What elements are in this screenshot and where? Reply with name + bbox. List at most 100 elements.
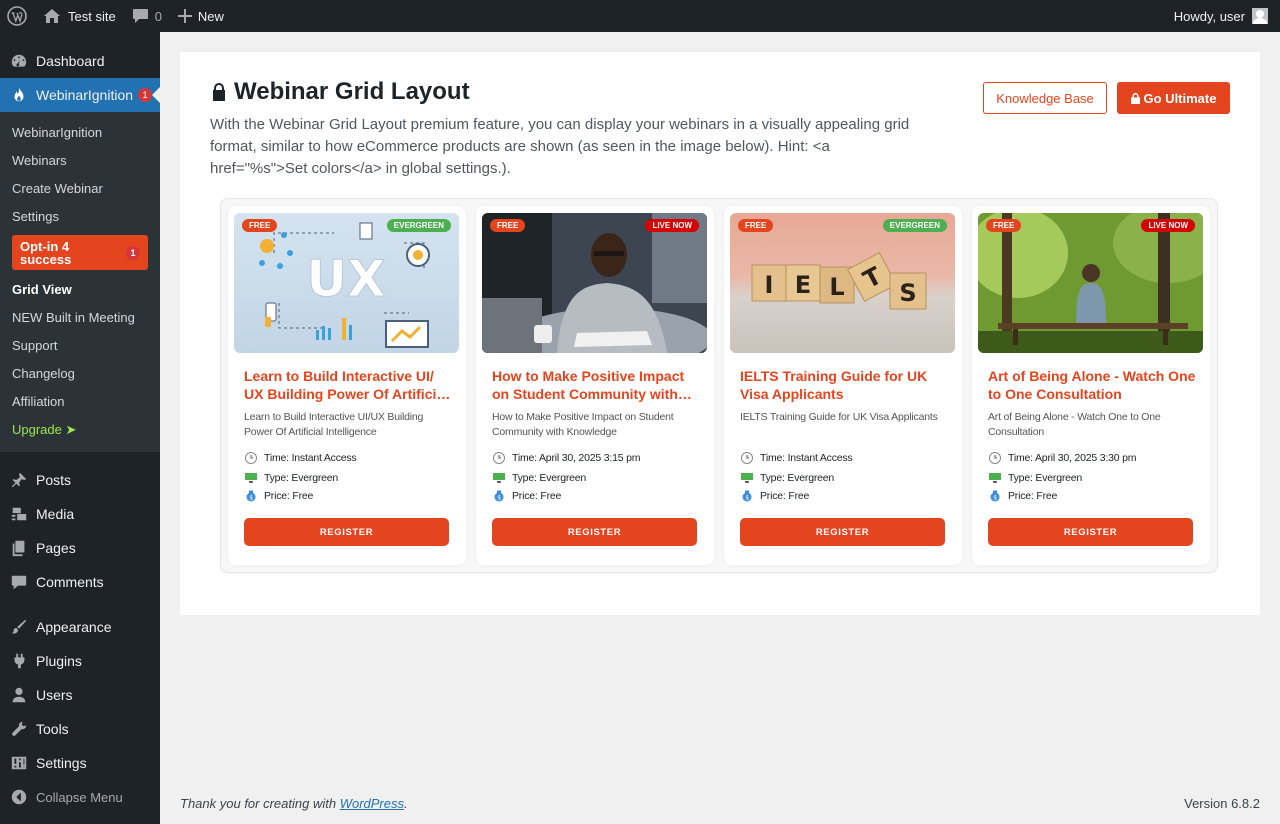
- svg-text:$: $: [745, 495, 749, 502]
- menu-tools-label: Tools: [36, 721, 69, 737]
- new-content-link[interactable]: New: [170, 0, 232, 32]
- my-account-link[interactable]: Howdy, user: [1166, 0, 1280, 32]
- submenu-support[interactable]: Support: [0, 332, 160, 360]
- webinar-description: IELTS Training Guide for UK Visa Applica…: [740, 411, 938, 423]
- menu-settings[interactable]: Settings: [0, 746, 160, 780]
- webinar-title[interactable]: Learn to Build Interactive UI/ UX Buildi…: [244, 367, 452, 405]
- clock-icon: [989, 452, 1001, 464]
- menu-dashboard[interactable]: Dashboard: [0, 44, 160, 78]
- go-ultimate-button[interactable]: Go Ultimate: [1117, 82, 1230, 114]
- svg-text:E: E: [795, 271, 811, 299]
- menu-users-label: Users: [36, 687, 73, 703]
- menu-comments-label: Comments: [36, 574, 104, 590]
- comment-icon: [132, 9, 148, 23]
- lock-icon: [1130, 92, 1140, 104]
- admin-bar: Test site 0 New Howdy, user: [0, 0, 1280, 32]
- flame-icon: [14, 87, 24, 102]
- collapse-menu-button[interactable]: Collapse Menu: [0, 780, 160, 814]
- submenu-webinars[interactable]: Webinars: [0, 147, 160, 175]
- menu-posts-label: Posts: [36, 472, 72, 488]
- main-content: Webinar Grid Layout With the Webinar Gri…: [180, 52, 1260, 615]
- webinar-type-text: Type: Evergreen: [264, 472, 339, 484]
- submenu-grid-view[interactable]: Grid View: [0, 276, 160, 304]
- submenu-create-webinar[interactable]: Create Webinar: [0, 175, 160, 203]
- webinar-card: FREE LIVE NOW How to Make Positive Impac…: [476, 206, 714, 565]
- page-description: With the Webinar Grid Layout premium fea…: [210, 116, 910, 177]
- webinar-time-text: Time: Instant Access: [760, 452, 853, 464]
- svg-text:$: $: [993, 495, 997, 502]
- webinar-time: Time: Instant Access: [244, 452, 452, 464]
- webinar-description: How to Make Positive Impact on Student C…: [492, 411, 674, 438]
- webinar-title[interactable]: Art of Being Alone - Watch One to One Co…: [988, 367, 1196, 405]
- site-name-link[interactable]: Test site: [35, 0, 124, 32]
- submenu-optin[interactable]: Opt-in 4 success 1: [12, 235, 148, 270]
- menu-plugins-label: Plugins: [36, 653, 82, 669]
- webinar-grid-preview: UX FREE EVERGREEN Learn to Build Interac…: [220, 198, 1218, 573]
- free-badge: FREE: [490, 219, 526, 232]
- menu-webinarignition[interactable]: WebinarIgnition 1: [0, 78, 160, 112]
- go-ultimate-label: Go Ultimate: [1143, 90, 1217, 106]
- register-button[interactable]: REGISTER: [492, 518, 697, 546]
- webinar-price-text: Price: Free: [264, 490, 314, 502]
- submenu-affiliation[interactable]: Affiliation: [0, 388, 160, 416]
- webinar-card: FREE LIVE NOW Art of Being Alone - Watch…: [972, 206, 1210, 565]
- money-bag-icon: $: [742, 490, 752, 502]
- collapse-menu-label: Collapse Menu: [36, 789, 123, 805]
- menu-media-label: Media: [36, 506, 75, 522]
- pages-icon: [12, 540, 25, 557]
- live-now-badge: LIVE NOW: [1141, 219, 1195, 232]
- svg-text:L: L: [829, 273, 844, 301]
- wordpress-logo-icon[interactable]: [0, 0, 35, 32]
- webinar-type-text: Type: Evergreen: [512, 472, 587, 484]
- free-badge: FREE: [242, 219, 278, 232]
- webinar-title[interactable]: How to Make Positive Impact on Student C…: [492, 367, 700, 405]
- page-title-text: Webinar Grid Layout: [234, 78, 470, 105]
- register-button[interactable]: REGISTER: [244, 518, 449, 546]
- submenu-settings[interactable]: Settings: [0, 203, 160, 231]
- submenu-changelog[interactable]: Changelog: [0, 360, 160, 388]
- money-bag-icon: $: [246, 490, 256, 502]
- submenu-upgrade[interactable]: Upgrade ➤: [0, 416, 160, 444]
- webinar-thumbnail-ux: UX FREE EVERGREEN: [234, 213, 459, 353]
- webinarignition-submenu: WebinarIgnition Webinars Create Webinar …: [0, 112, 160, 452]
- clock-icon: [741, 452, 753, 464]
- webinar-time-text: Time: April 30, 2025 3:15 pm: [512, 452, 641, 464]
- home-icon: [44, 9, 60, 23]
- admin-sidebar: Dashboard WebinarIgnition 1 WebinarIgnit…: [0, 32, 160, 824]
- webinar-time-text: Time: Instant Access: [264, 452, 357, 464]
- webinar-description: Art of Being Alone - Watch One to One Co…: [988, 411, 1161, 438]
- monitor-icon: [741, 473, 753, 483]
- submenu-new-meeting[interactable]: NEW Built in Meeting: [0, 304, 160, 332]
- webinar-time: Time: Instant Access: [740, 452, 948, 464]
- menu-plugins[interactable]: Plugins: [0, 644, 160, 678]
- webinar-card: I E L T S FREE EVERGREEN IELTS Training …: [724, 206, 962, 565]
- menu-users[interactable]: Users: [0, 678, 160, 712]
- menu-media[interactable]: Media: [0, 497, 160, 531]
- new-label: New: [197, 8, 224, 24]
- register-button[interactable]: REGISTER: [740, 518, 945, 546]
- webinar-type: Type: Evergreen: [244, 472, 452, 484]
- menu-settings-label: Settings: [36, 755, 87, 771]
- money-bag-icon: $: [990, 490, 1000, 502]
- lock-icon: [213, 83, 225, 101]
- menu-comments[interactable]: Comments: [0, 565, 160, 599]
- monitor-icon: [989, 473, 1001, 483]
- webinar-type-text: Type: Evergreen: [760, 472, 835, 484]
- menu-posts[interactable]: Posts: [0, 463, 160, 497]
- admin-footer: Thank you for creating with WordPress. V…: [180, 796, 1260, 811]
- pin-icon: [11, 472, 27, 488]
- webinar-title[interactable]: IELTS Training Guide for UK Visa Applica…: [740, 367, 948, 405]
- register-button[interactable]: REGISTER: [988, 518, 1193, 546]
- forest-bench-illustration: [978, 213, 1203, 353]
- money-bag-icon: $: [494, 490, 504, 502]
- notification-badge: 1: [138, 88, 153, 102]
- wordpress-link[interactable]: WordPress: [340, 796, 404, 811]
- knowledge-base-button[interactable]: Knowledge Base: [983, 82, 1107, 114]
- footer-thanks-suffix: .: [404, 796, 408, 811]
- comments-link[interactable]: 0: [124, 0, 170, 32]
- submenu-webinarignition[interactable]: WebinarIgnition: [0, 119, 160, 147]
- menu-appearance[interactable]: Appearance: [0, 610, 160, 644]
- menu-pages[interactable]: Pages: [0, 531, 160, 565]
- student-illustration: [482, 213, 707, 353]
- menu-tools[interactable]: Tools: [0, 712, 160, 746]
